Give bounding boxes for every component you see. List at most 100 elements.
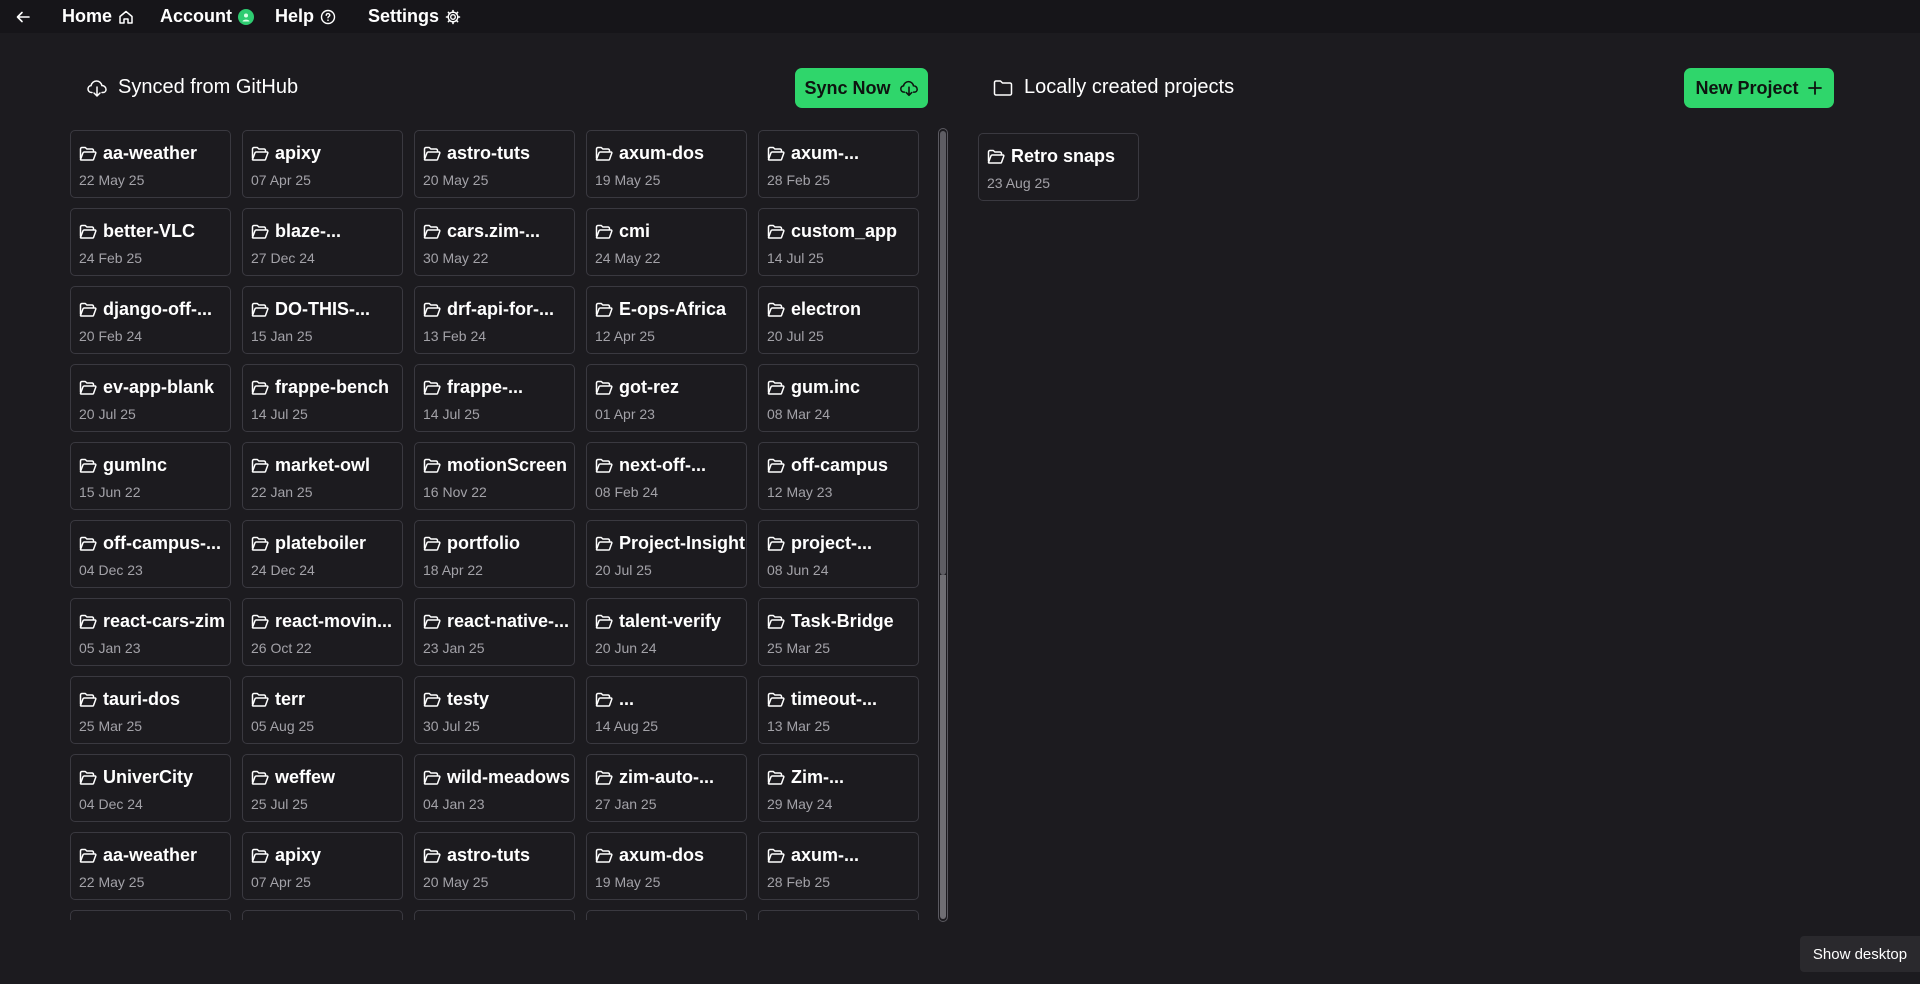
project-card[interactable]: Retro snaps 23 Aug 25: [978, 133, 1139, 201]
project-name: react-movin...: [275, 611, 393, 631]
project-card-title: drf-api-for-...: [423, 299, 574, 320]
project-date: 22 May 25: [79, 172, 145, 188]
project-card[interactable]: ev-app-blank 20 Jul 25: [70, 364, 231, 432]
project-name: zim-auto-...: [619, 767, 714, 787]
project-card-title: apixy: [251, 143, 402, 164]
local-projects-grid: Retro snaps 23 Aug 25: [978, 133, 1139, 201]
back-button[interactable]: [12, 6, 34, 28]
nav-account[interactable]: Account: [160, 0, 254, 33]
project-card[interactable]: DO-THIS-... 15 Jan 25: [242, 286, 403, 354]
project-card[interactable]: zim-auto-... 27 Jan 25: [586, 754, 747, 822]
scrollbar-track[interactable]: [940, 575, 946, 919]
project-card[interactable]: react-native-... 23 Jan 25: [414, 598, 575, 666]
project-card[interactable]: portfolio 18 Apr 22: [414, 520, 575, 588]
project-card[interactable]: off-campus 12 May 23: [758, 442, 919, 510]
project-date: 16 Nov 22: [423, 484, 487, 500]
project-card[interactable]: cmi 24 May 22: [586, 208, 747, 276]
show-desktop-button[interactable]: Show desktop: [1800, 936, 1920, 972]
project-card[interactable]: [70, 910, 231, 920]
project-card[interactable]: weffew 25 Jul 25: [242, 754, 403, 822]
project-card[interactable]: axum-... 28 Feb 25: [758, 130, 919, 198]
project-card[interactable]: gum.inc 08 Mar 24: [758, 364, 919, 432]
project-card[interactable]: testy 30 Jul 25: [414, 676, 575, 744]
project-date: 01 Apr 23: [595, 406, 655, 422]
folder-open-icon: [595, 380, 613, 395]
folder-open-icon: [79, 146, 97, 161]
folder-open-icon: [423, 380, 441, 395]
project-date: 04 Dec 24: [79, 796, 143, 812]
folder-open-icon: [423, 614, 441, 629]
folder-open-icon: [595, 692, 613, 707]
project-card[interactable]: E-ops-Africa 12 Apr 25: [586, 286, 747, 354]
project-card[interactable]: project-... 08 Jun 24: [758, 520, 919, 588]
project-card[interactable]: market-owl 22 Jan 25: [242, 442, 403, 510]
project-date: 22 May 25: [79, 874, 145, 890]
project-card[interactable]: timeout-... 13 Mar 25: [758, 676, 919, 744]
project-card[interactable]: Project-Insight 20 Jul 25: [586, 520, 747, 588]
project-card[interactable]: frappe-... 14 Jul 25: [414, 364, 575, 432]
project-card[interactable]: ... 14 Aug 25: [586, 676, 747, 744]
project-card[interactable]: talent-verify 20 Jun 24: [586, 598, 747, 666]
project-card[interactable]: blaze-... 27 Dec 24: [242, 208, 403, 276]
folder-open-icon: [767, 302, 785, 317]
project-card[interactable]: Task-Bridge 25 Mar 25: [758, 598, 919, 666]
project-card[interactable]: apixy 07 Apr 25: [242, 130, 403, 198]
project-card[interactable]: apixy 07 Apr 25: [242, 832, 403, 900]
scrollbar-thumb[interactable]: [940, 131, 946, 575]
project-name: react-cars-zim: [103, 611, 226, 631]
project-card[interactable]: astro-tuts 20 May 25: [414, 130, 575, 198]
project-card[interactable]: off-campus-... 04 Dec 23: [70, 520, 231, 588]
project-card-title: Task-Bridge: [767, 611, 918, 632]
project-name: aa-weather: [103, 845, 198, 865]
project-card[interactable]: [414, 910, 575, 920]
project-card[interactable]: [758, 910, 919, 920]
project-date: 29 May 24: [767, 796, 833, 812]
project-card[interactable]: plateboiler 24 Dec 24: [242, 520, 403, 588]
project-card[interactable]: better-VLC 24 Feb 25: [70, 208, 231, 276]
folder-open-icon: [767, 770, 785, 785]
project-card[interactable]: axum-... 28 Feb 25: [758, 832, 919, 900]
nav-settings[interactable]: Settings: [368, 0, 461, 33]
project-card[interactable]: cars.zim-... 30 May 22: [414, 208, 575, 276]
project-card-title: UniverCity: [79, 767, 230, 788]
project-card[interactable]: react-cars-zim 05 Jan 23: [70, 598, 231, 666]
project-card[interactable]: UniverCity 04 Dec 24: [70, 754, 231, 822]
synced-projects-scrollbar[interactable]: [938, 128, 948, 922]
project-card[interactable]: terr 05 Aug 25: [242, 676, 403, 744]
project-card[interactable]: next-off-... 08 Feb 24: [586, 442, 747, 510]
project-card[interactable]: axum-dos 19 May 25: [586, 130, 747, 198]
new-project-button[interactable]: New Project: [1684, 68, 1834, 108]
project-card[interactable]: Zim-... 29 May 24: [758, 754, 919, 822]
project-card[interactable]: frappe-bench 14 Jul 25: [242, 364, 403, 432]
project-card[interactable]: wild-meadows 04 Jan 23: [414, 754, 575, 822]
project-name: apixy: [275, 845, 322, 865]
project-card[interactable]: drf-api-for-... 13 Feb 24: [414, 286, 575, 354]
project-card[interactable]: [586, 910, 747, 920]
project-date: 08 Jun 24: [767, 562, 829, 578]
project-card[interactable]: django-off-... 20 Feb 24: [70, 286, 231, 354]
project-card[interactable]: electron 20 Jul 25: [758, 286, 919, 354]
project-card[interactable]: react-movin... 26 Oct 22: [242, 598, 403, 666]
project-card[interactable]: aa-weather 22 May 25: [70, 832, 231, 900]
project-card-title: aa-weather: [79, 143, 230, 164]
nav-home[interactable]: Home: [62, 0, 134, 33]
folder-open-icon: [251, 692, 269, 707]
project-card[interactable]: motionScreen 16 Nov 22: [414, 442, 575, 510]
project-card[interactable]: got-rez 01 Apr 23: [586, 364, 747, 432]
sync-now-button[interactable]: Sync Now: [795, 68, 928, 108]
folder-open-icon: [767, 614, 785, 629]
folder-open-icon: [595, 536, 613, 551]
project-card[interactable]: tauri-dos 25 Mar 25: [70, 676, 231, 744]
nav-help[interactable]: Help: [275, 0, 336, 33]
project-card[interactable]: [242, 910, 403, 920]
project-card[interactable]: aa-weather 22 May 25: [70, 130, 231, 198]
project-card[interactable]: astro-tuts 20 May 25: [414, 832, 575, 900]
project-card-title: gumInc: [79, 455, 230, 476]
project-date: 25 Jul 25: [251, 796, 308, 812]
project-card[interactable]: custom_app 14 Jul 25: [758, 208, 919, 276]
project-card[interactable]: axum-dos 19 May 25: [586, 832, 747, 900]
project-card-title: axum-dos: [595, 143, 746, 164]
project-name: apixy: [275, 143, 322, 163]
top-nav-bar: Home Account Help Settings: [0, 0, 1920, 33]
project-card[interactable]: gumInc 15 Jun 22: [70, 442, 231, 510]
